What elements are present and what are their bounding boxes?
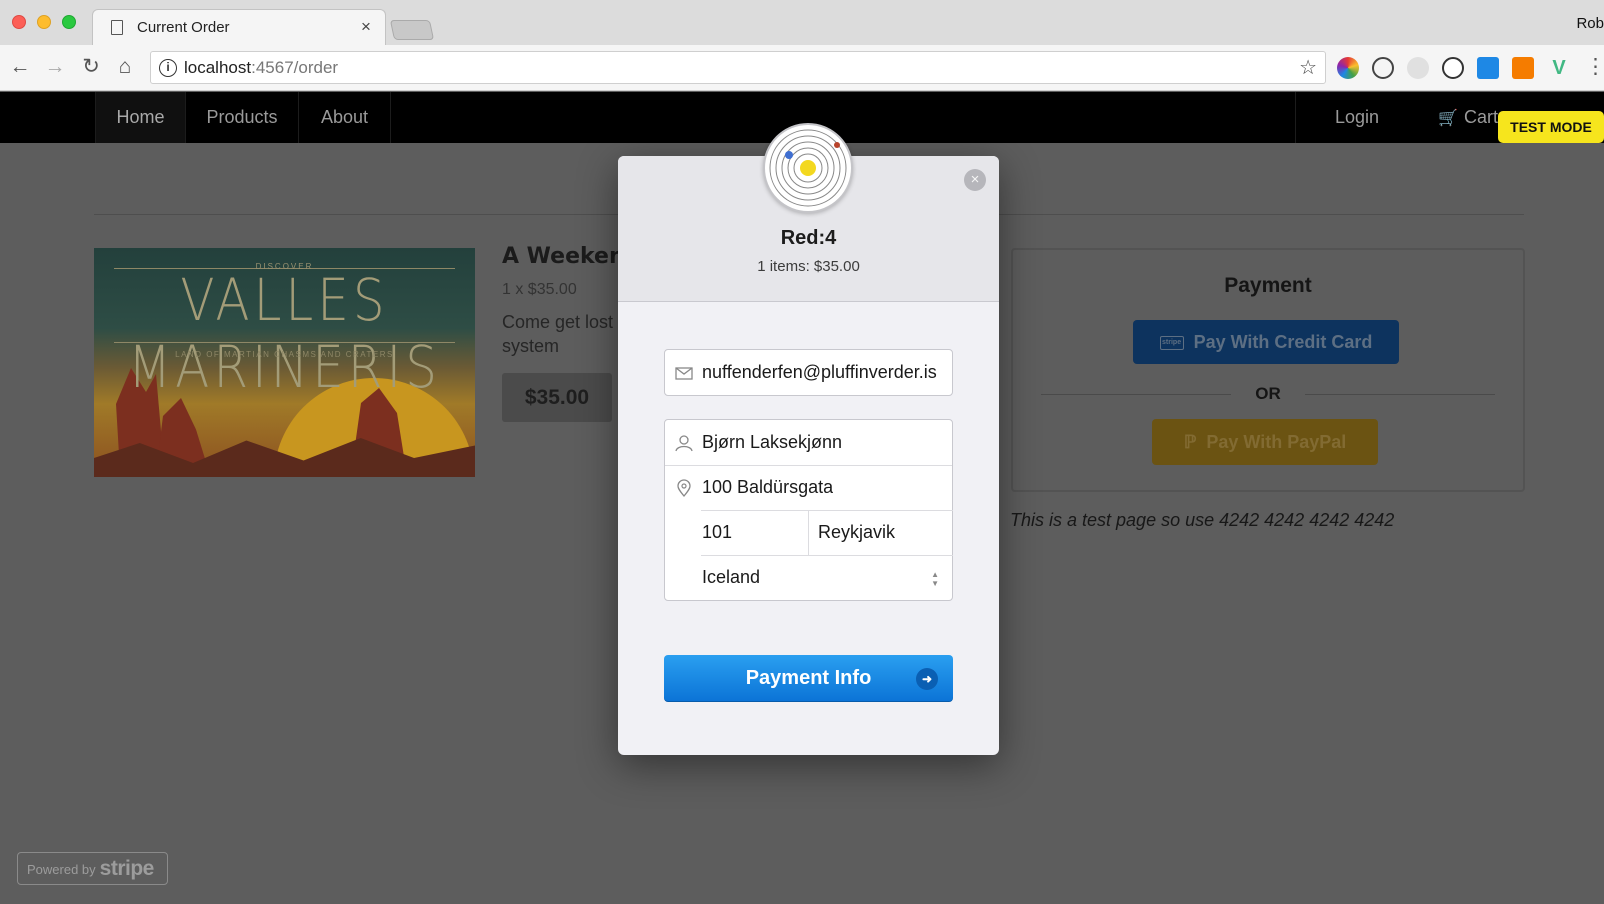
browser-tab[interactable]: Current Order × bbox=[92, 9, 386, 46]
grey-extension-icon[interactable] bbox=[1407, 57, 1429, 79]
postal-code-input[interactable]: 101 bbox=[702, 522, 732, 543]
poster-subtitle: LAND OF MARTIAN CHASMS AND CRATERS bbox=[175, 350, 394, 359]
forward-arrow-icon[interactable]: → bbox=[43, 55, 67, 79]
country-select[interactable]: Iceland bbox=[665, 555, 952, 600]
email-field[interactable]: nuffenderfen@pluffinverder.is bbox=[664, 349, 953, 396]
browser-tabbar: Current Order × Rob bbox=[0, 0, 1604, 46]
sync-extension-icon[interactable] bbox=[1372, 57, 1394, 79]
nav-products[interactable]: Products bbox=[186, 92, 299, 143]
nav-login[interactable]: Login bbox=[1295, 92, 1418, 143]
or-line bbox=[1305, 394, 1495, 395]
analytics-extension-icon[interactable] bbox=[1512, 57, 1534, 79]
city-field[interactable]: Reykjavik bbox=[781, 510, 954, 555]
pay-paypal-button[interactable]: ℙ Pay With PayPal bbox=[1152, 419, 1378, 465]
address-bar[interactable]: i localhost:4567/order ☆ bbox=[150, 51, 1326, 84]
poster-title: VALLES MARINERIS bbox=[127, 267, 442, 401]
pay-credit-card-button[interactable]: stripe Pay With Credit Card bbox=[1133, 320, 1399, 364]
store-name: Red:4 bbox=[780, 227, 837, 249]
cart-label: Cart bbox=[1463, 107, 1498, 127]
back-arrow-icon[interactable]: ← bbox=[8, 55, 32, 79]
country-value[interactable]: Iceland bbox=[702, 567, 760, 588]
envelope-icon bbox=[675, 367, 693, 380]
or-separator: OR bbox=[1041, 384, 1495, 404]
product-image: DISCOVER VALLES MARINERIS LAND OF MARTIA… bbox=[94, 248, 475, 477]
test-card-note: This is a test page so use 4242 4242 424… bbox=[1010, 510, 1395, 530]
home-icon[interactable]: ⌂ bbox=[113, 55, 137, 79]
vue-devtools-icon[interactable]: V bbox=[1548, 57, 1570, 79]
email-input[interactable]: nuffenderfen@pluffinverder.is bbox=[702, 362, 944, 383]
store-logo bbox=[763, 123, 853, 213]
poster-rule bbox=[114, 342, 455, 343]
payment-info-button[interactable]: Payment Info ➜ bbox=[664, 655, 953, 702]
stripe-card-icon: stripe bbox=[1159, 336, 1184, 351]
product-qty-price: 1 x $35.00 bbox=[502, 281, 577, 298]
screen-extension-icon[interactable] bbox=[1477, 57, 1499, 79]
name-input[interactable]: Bjørn Laksekjønn bbox=[702, 432, 842, 453]
payment-panel: Payment stripe Pay With Credit Card OR ℙP… bbox=[1011, 248, 1525, 492]
modal-close-icon[interactable]: × bbox=[964, 169, 986, 191]
new-tab-button[interactable] bbox=[389, 20, 435, 40]
cart-icon: 🛒 bbox=[1438, 110, 1458, 127]
nav-about[interactable]: About bbox=[299, 92, 391, 143]
window-minimize-button[interactable] bbox=[37, 15, 51, 29]
profile-name[interactable]: Rob bbox=[1576, 15, 1604, 32]
street-field[interactable]: 100 Baldürsgata bbox=[665, 465, 952, 510]
reload-icon[interactable]: ↻ bbox=[79, 55, 103, 79]
payment-info-label: Payment Info bbox=[745, 667, 872, 689]
person-icon bbox=[675, 435, 693, 452]
arrow-right-icon: ➜ bbox=[916, 668, 938, 690]
color-picker-extension-icon[interactable] bbox=[1337, 57, 1359, 79]
order-summary: 1 items: $35.00 bbox=[757, 258, 860, 275]
url-text[interactable]: localhost:4567/order bbox=[184, 58, 338, 78]
stripe-logo: stripe bbox=[99, 857, 155, 880]
street-input[interactable]: 100 Baldürsgata bbox=[702, 477, 833, 498]
pay-credit-card-label: Pay With Credit Card bbox=[1193, 332, 1373, 352]
browser-toolbar: ← → ↻ ⌂ i localhost:4567/order ☆ V ⋮ bbox=[0, 45, 1604, 91]
product-price: $35.00 bbox=[502, 373, 612, 422]
tab-title: Current Order bbox=[137, 19, 230, 36]
paypal-icon: ℙ bbox=[1183, 432, 1197, 452]
info-icon[interactable]: i bbox=[159, 59, 177, 77]
city-input[interactable]: Reykjavik bbox=[818, 522, 895, 543]
window-zoom-button[interactable] bbox=[62, 15, 76, 29]
name-field[interactable]: Bjørn Laksekjønn bbox=[665, 420, 952, 465]
nav-home[interactable]: Home bbox=[95, 92, 186, 143]
product-description: Come get lost system bbox=[502, 312, 614, 356]
menu-dots-icon[interactable]: ⋮ bbox=[1585, 55, 1604, 79]
test-mode-badge: TEST MODE bbox=[1498, 111, 1604, 143]
payment-heading: Payment bbox=[1224, 274, 1312, 297]
checkout-modal: × Red:4 1 items: $35.00 nuffenderfen@plu… bbox=[618, 123, 999, 755]
powered-by-stripe-badge[interactable]: Powered by stripe bbox=[17, 852, 168, 885]
location-pin-icon bbox=[677, 479, 691, 498]
select-arrows-icon: ▲ ▼ bbox=[931, 570, 939, 588]
onepassword-extension-icon[interactable] bbox=[1442, 57, 1464, 79]
tab-close-icon[interactable]: × bbox=[361, 17, 371, 37]
pay-paypal-label: Pay With PayPal bbox=[1206, 432, 1347, 452]
bookmark-star-icon[interactable]: ☆ bbox=[1299, 55, 1317, 80]
billing-address-fields: Bjørn Laksekjønn 100 Baldürsgata 101 Rey… bbox=[664, 419, 953, 601]
document-icon bbox=[111, 20, 123, 35]
window-close-button[interactable] bbox=[12, 15, 26, 29]
orbit-logo-icon bbox=[769, 129, 847, 207]
